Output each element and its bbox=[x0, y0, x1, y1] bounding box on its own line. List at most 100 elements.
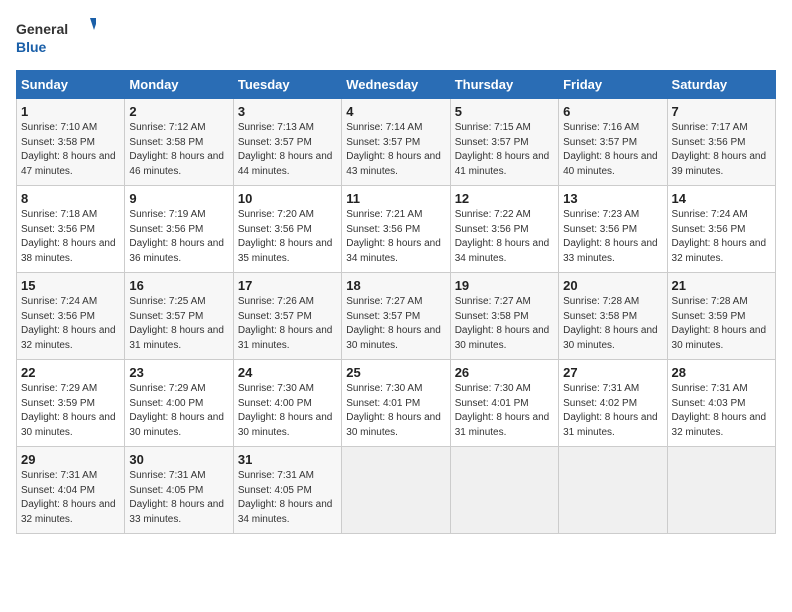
svg-text:General: General bbox=[16, 21, 68, 37]
day-info: Sunrise: 7:23 AMSunset: 3:56 PMDaylight:… bbox=[563, 209, 658, 264]
calendar-cell: 21 Sunrise: 7:28 AMSunset: 3:59 PMDayligh… bbox=[667, 273, 775, 360]
calendar-cell: 8 Sunrise: 7:18 AMSunset: 3:56 PMDaylight… bbox=[17, 186, 125, 273]
calendar-cell bbox=[342, 447, 450, 534]
day-number: 7 bbox=[672, 104, 771, 119]
day-info: Sunrise: 7:25 AMSunset: 3:57 PMDaylight:… bbox=[129, 296, 224, 351]
day-number: 31 bbox=[238, 452, 337, 467]
calendar-cell: 5 Sunrise: 7:15 AMSunset: 3:57 PMDaylight… bbox=[450, 99, 558, 186]
day-number: 6 bbox=[563, 104, 662, 119]
day-number: 8 bbox=[21, 191, 120, 206]
day-number: 19 bbox=[455, 278, 554, 293]
day-number: 5 bbox=[455, 104, 554, 119]
day-number: 14 bbox=[672, 191, 771, 206]
day-info: Sunrise: 7:21 AMSunset: 3:56 PMDaylight:… bbox=[346, 209, 441, 264]
day-info: Sunrise: 7:16 AMSunset: 3:57 PMDaylight:… bbox=[563, 122, 658, 177]
col-header-monday: Monday bbox=[125, 71, 233, 99]
day-number: 20 bbox=[563, 278, 662, 293]
day-info: Sunrise: 7:31 AMSunset: 4:04 PMDaylight:… bbox=[21, 470, 116, 525]
calendar-cell: 12 Sunrise: 7:22 AMSunset: 3:56 PMDayligh… bbox=[450, 186, 558, 273]
day-info: Sunrise: 7:27 AMSunset: 3:58 PMDaylight:… bbox=[455, 296, 550, 351]
col-header-wednesday: Wednesday bbox=[342, 71, 450, 99]
calendar-cell: 1Sunrise: 7:10 AMSunset: 3:58 PMDaylight… bbox=[17, 99, 125, 186]
day-info: Sunrise: 7:12 AMSunset: 3:58 PMDaylight:… bbox=[129, 122, 224, 177]
day-number: 21 bbox=[672, 278, 771, 293]
calendar-cell: 11 Sunrise: 7:21 AMSunset: 3:56 PMDayligh… bbox=[342, 186, 450, 273]
day-info: Sunrise: 7:28 AMSunset: 3:59 PMDaylight:… bbox=[672, 296, 767, 351]
calendar-cell: 16 Sunrise: 7:25 AMSunset: 3:57 PMDayligh… bbox=[125, 273, 233, 360]
day-info: Sunrise: 7:22 AMSunset: 3:56 PMDaylight:… bbox=[455, 209, 550, 264]
day-number: 27 bbox=[563, 365, 662, 380]
calendar-cell: 23 Sunrise: 7:29 AMSunset: 4:00 PMDayligh… bbox=[125, 360, 233, 447]
calendar-cell: 19 Sunrise: 7:27 AMSunset: 3:58 PMDayligh… bbox=[450, 273, 558, 360]
calendar-cell: 10 Sunrise: 7:20 AMSunset: 3:56 PMDayligh… bbox=[233, 186, 341, 273]
day-number: 28 bbox=[672, 365, 771, 380]
calendar-cell bbox=[450, 447, 558, 534]
day-number: 1 bbox=[21, 104, 120, 119]
calendar-cell: 31 Sunrise: 7:31 AMSunset: 4:05 PMDayligh… bbox=[233, 447, 341, 534]
calendar-cell: 7 Sunrise: 7:17 AMSunset: 3:56 PMDaylight… bbox=[667, 99, 775, 186]
day-number: 15 bbox=[21, 278, 120, 293]
logo: General Blue bbox=[16, 16, 96, 60]
day-number: 12 bbox=[455, 191, 554, 206]
calendar-cell: 28 Sunrise: 7:31 AMSunset: 4:03 PMDayligh… bbox=[667, 360, 775, 447]
day-number: 13 bbox=[563, 191, 662, 206]
col-header-thursday: Thursday bbox=[450, 71, 558, 99]
calendar-cell: 9Sunrise: 7:19 AMSunset: 3:56 PMDaylight… bbox=[125, 186, 233, 273]
day-info: Sunrise: 7:20 AMSunset: 3:56 PMDaylight:… bbox=[238, 209, 333, 264]
calendar-cell: 22 Sunrise: 7:29 AMSunset: 3:59 PMDayligh… bbox=[17, 360, 125, 447]
svg-text:Blue: Blue bbox=[16, 39, 47, 55]
day-number: 24 bbox=[238, 365, 337, 380]
logo-svg: General Blue bbox=[16, 16, 96, 60]
day-info: Sunrise: 7:30 AMSunset: 4:01 PMDaylight:… bbox=[455, 383, 550, 438]
calendar-cell: 29 Sunrise: 7:31 AMSunset: 4:04 PMDayligh… bbox=[17, 447, 125, 534]
day-number: 10 bbox=[238, 191, 337, 206]
calendar-cell: 25 Sunrise: 7:30 AMSunset: 4:01 PMDayligh… bbox=[342, 360, 450, 447]
calendar-cell: 26 Sunrise: 7:30 AMSunset: 4:01 PMDayligh… bbox=[450, 360, 558, 447]
day-info: Sunrise: 7:19 AMSunset: 3:56 PMDaylight:… bbox=[129, 209, 224, 264]
day-info: Sunrise: 7:30 AMSunset: 4:01 PMDaylight:… bbox=[346, 383, 441, 438]
day-info: Sunrise: 7:13 AMSunset: 3:57 PMDaylight:… bbox=[238, 122, 333, 177]
calendar-cell bbox=[667, 447, 775, 534]
calendar-cell: 24Sunrise: 7:30 AMSunset: 4:00 PMDayligh… bbox=[233, 360, 341, 447]
calendar-cell: 18Sunrise: 7:27 AMSunset: 3:57 PMDayligh… bbox=[342, 273, 450, 360]
day-info: Sunrise: 7:29 AMSunset: 4:00 PMDaylight:… bbox=[129, 383, 224, 438]
calendar-cell: 2 Sunrise: 7:12 AMSunset: 3:58 PMDaylight… bbox=[125, 99, 233, 186]
day-number: 26 bbox=[455, 365, 554, 380]
col-header-sunday: Sunday bbox=[17, 71, 125, 99]
col-header-friday: Friday bbox=[559, 71, 667, 99]
day-info: Sunrise: 7:31 AMSunset: 4:05 PMDaylight:… bbox=[129, 470, 224, 525]
calendar-table: SundayMondayTuesdayWednesdayThursdayFrid… bbox=[16, 70, 776, 534]
day-number: 17 bbox=[238, 278, 337, 293]
calendar-cell: 13 Sunrise: 7:23 AMSunset: 3:56 PMDayligh… bbox=[559, 186, 667, 273]
page-header: General Blue bbox=[16, 16, 776, 60]
day-number: 16 bbox=[129, 278, 228, 293]
col-header-tuesday: Tuesday bbox=[233, 71, 341, 99]
day-number: 22 bbox=[21, 365, 120, 380]
day-info: Sunrise: 7:31 AMSunset: 4:02 PMDaylight:… bbox=[563, 383, 658, 438]
day-info: Sunrise: 7:31 AMSunset: 4:05 PMDaylight:… bbox=[238, 470, 333, 525]
calendar-cell: 15 Sunrise: 7:24 AMSunset: 3:56 PMDayligh… bbox=[17, 273, 125, 360]
day-info: Sunrise: 7:15 AMSunset: 3:57 PMDaylight:… bbox=[455, 122, 550, 177]
day-info: Sunrise: 7:31 AMSunset: 4:03 PMDaylight:… bbox=[672, 383, 767, 438]
day-number: 4 bbox=[346, 104, 445, 119]
day-number: 25 bbox=[346, 365, 445, 380]
calendar-cell: 4 Sunrise: 7:14 AMSunset: 3:57 PMDaylight… bbox=[342, 99, 450, 186]
day-info: Sunrise: 7:14 AMSunset: 3:57 PMDaylight:… bbox=[346, 122, 441, 177]
col-header-saturday: Saturday bbox=[667, 71, 775, 99]
day-info: Sunrise: 7:29 AMSunset: 3:59 PMDaylight:… bbox=[21, 383, 116, 438]
calendar-cell bbox=[559, 447, 667, 534]
day-number: 30 bbox=[129, 452, 228, 467]
day-info: Sunrise: 7:26 AMSunset: 3:57 PMDaylight:… bbox=[238, 296, 333, 351]
day-info: Sunrise: 7:18 AMSunset: 3:56 PMDaylight:… bbox=[21, 209, 116, 264]
day-info: Sunrise: 7:17 AMSunset: 3:56 PMDaylight:… bbox=[672, 122, 767, 177]
day-number: 23 bbox=[129, 365, 228, 380]
calendar-cell: 27 Sunrise: 7:31 AMSunset: 4:02 PMDayligh… bbox=[559, 360, 667, 447]
day-info: Sunrise: 7:27 AMSunset: 3:57 PMDaylight:… bbox=[346, 296, 441, 351]
day-number: 29 bbox=[21, 452, 120, 467]
calendar-cell: 3Sunrise: 7:13 AMSunset: 3:57 PMDaylight… bbox=[233, 99, 341, 186]
day-info: Sunrise: 7:28 AMSunset: 3:58 PMDaylight:… bbox=[563, 296, 658, 351]
day-number: 2 bbox=[129, 104, 228, 119]
day-info: Sunrise: 7:24 AMSunset: 3:56 PMDaylight:… bbox=[21, 296, 116, 351]
calendar-cell: 6 Sunrise: 7:16 AMSunset: 3:57 PMDaylight… bbox=[559, 99, 667, 186]
day-number: 11 bbox=[346, 191, 445, 206]
